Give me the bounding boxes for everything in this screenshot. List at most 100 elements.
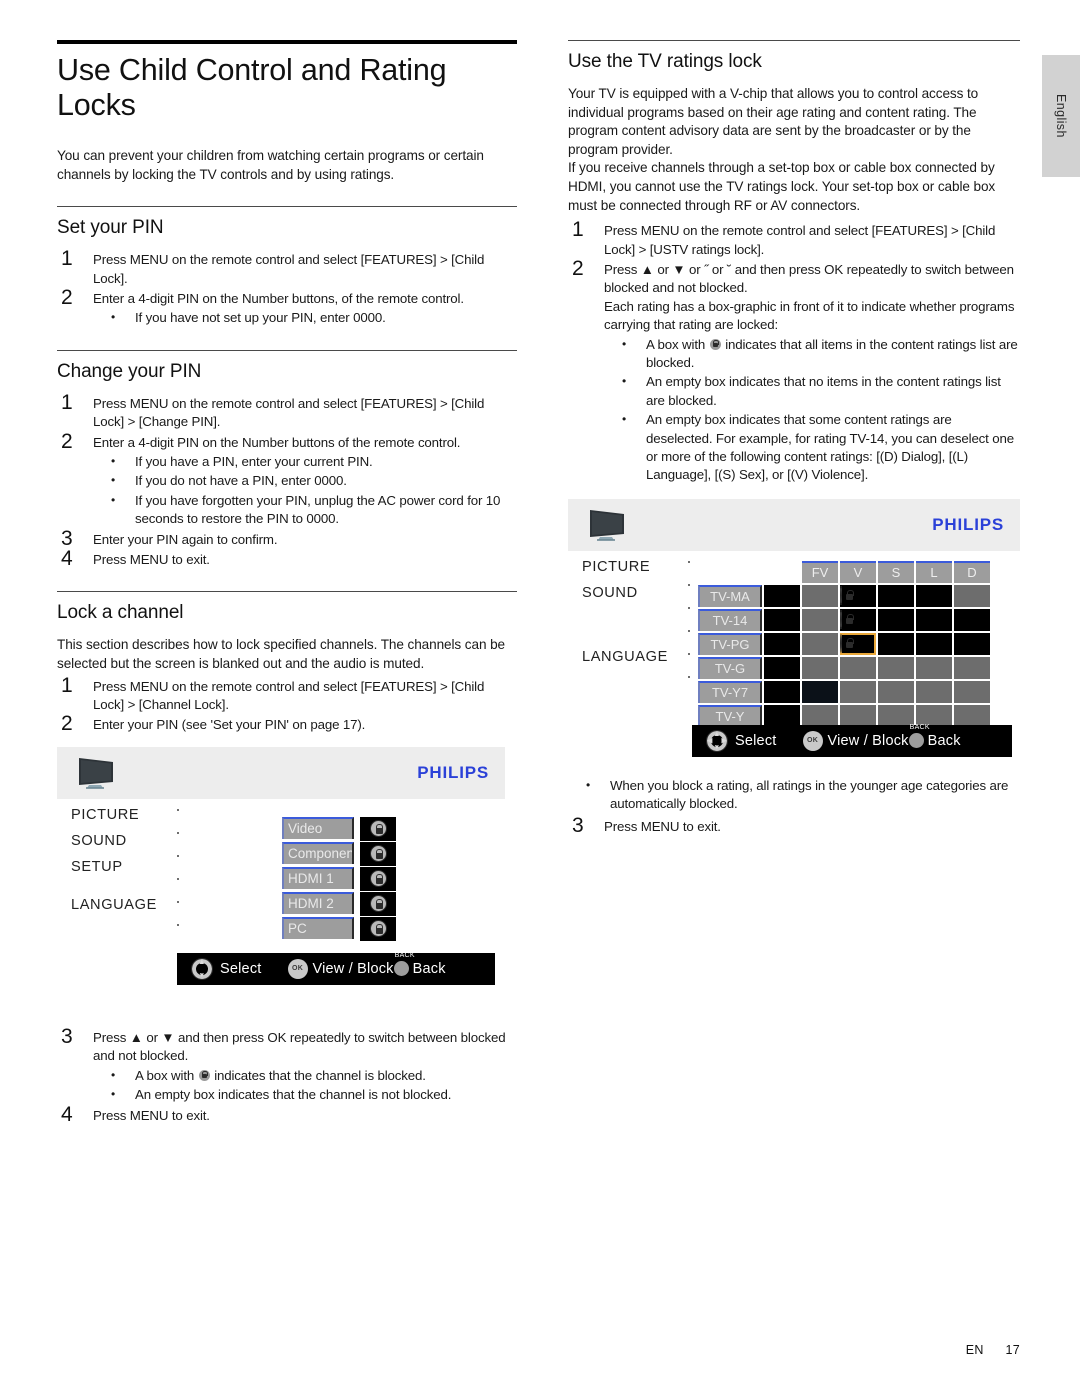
- dot: [688, 675, 690, 678]
- step-item: 3 Enter your PIN again to confirm.: [57, 527, 517, 549]
- table-row[interactable]: TV-PG: [698, 632, 990, 655]
- grid-cell[interactable]: [802, 632, 838, 655]
- grid-cell[interactable]: [840, 656, 876, 679]
- grid-cell[interactable]: [802, 608, 838, 631]
- grid-cell[interactable]: [802, 704, 838, 727]
- rating-label-tv-pg: TV-PG: [698, 632, 762, 655]
- osd-menu-item-picture[interactable]: PICTURE: [582, 559, 668, 575]
- grid-cell[interactable]: [764, 656, 800, 679]
- grid-cell[interactable]: [916, 608, 952, 631]
- rating-label-tv-g: TV-G: [698, 656, 762, 679]
- bullet-item: If you do not have a PIN, enter 0000.: [93, 471, 517, 490]
- step-text: Press MENU to exit.: [93, 1107, 210, 1123]
- grid-cell[interactable]: [878, 704, 914, 727]
- grid-cell-selected[interactable]: [840, 632, 876, 655]
- step-item: 1 Press MENU on the remote control and s…: [57, 391, 517, 432]
- section-lock-a-channel: Lock a channel This section describes ho…: [57, 591, 517, 735]
- osd-footer-back-label: Back: [412, 960, 446, 977]
- osd-footer-view-block-label: View / Block: [312, 960, 394, 977]
- grid-cell[interactable]: [802, 680, 838, 703]
- grid-cell[interactable]: [840, 680, 876, 703]
- section-set-your-pin: Set your PIN 1 Press MENU on the remote …: [57, 206, 517, 328]
- grid-cell[interactable]: [764, 584, 800, 607]
- source-row[interactable]: Componen: [282, 841, 396, 866]
- dpad-icon[interactable]: ▲ ▼: [191, 957, 213, 980]
- osd-menu-item-sound[interactable]: SOUND: [582, 585, 668, 601]
- grid-cell[interactable]: [954, 608, 990, 631]
- grid-cell[interactable]: [840, 704, 876, 727]
- source-row[interactable]: HDMI 2: [282, 891, 396, 916]
- heading-lock-a-channel: Lock a channel: [57, 602, 184, 624]
- back-button-icon[interactable]: BACK: [393, 952, 415, 977]
- heading-set-your-pin: Set your PIN: [57, 217, 164, 239]
- right-column: Use the TV ratings lock Your TV is equip…: [568, 40, 1020, 838]
- bullet-item: If you have forgotten your PIN, unplug t…: [93, 491, 517, 529]
- grid-col-header-l: L: [916, 560, 952, 583]
- grid-cell[interactable]: [878, 632, 914, 655]
- page-footer: EN 17: [966, 1343, 1020, 1357]
- osd-menu-item-sound[interactable]: SOUND: [71, 833, 157, 849]
- osd-menu-list: PICTURE SOUND SETUP LANGUAGE: [71, 807, 157, 923]
- table-row[interactable]: TV-MA: [698, 584, 990, 607]
- source-lock-box[interactable]: [360, 916, 396, 941]
- grid-cell[interactable]: [954, 584, 990, 607]
- heading-tv-ratings-lock: Use the TV ratings lock: [568, 51, 762, 72]
- tv-icon: [586, 508, 628, 542]
- source-row[interactable]: PC: [282, 916, 396, 941]
- step-text: Press MENU on the remote control and sel…: [93, 678, 485, 713]
- ok-button-icon[interactable]: OK: [287, 958, 308, 979]
- step-item: 3 Press MENU to exit.: [568, 814, 1020, 836]
- table-row[interactable]: TV-Y: [698, 704, 990, 727]
- table-row[interactable]: TV-G: [698, 656, 990, 679]
- rating-label-tv-y7: TV-Y7: [698, 680, 762, 703]
- grid-cell[interactable]: [764, 680, 800, 703]
- grid-cell[interactable]: [878, 584, 914, 607]
- grid-cell[interactable]: [916, 680, 952, 703]
- grid-cell[interactable]: [916, 584, 952, 607]
- grid-cell[interactable]: [954, 704, 990, 727]
- source-lock-box[interactable]: [360, 816, 396, 841]
- bullet-text-pre: A box with: [646, 336, 709, 352]
- ratings-paragraph-2: If you receive channels through a set-to…: [568, 160, 996, 213]
- grid-cell[interactable]: [878, 680, 914, 703]
- philips-logo: PHILIPS: [417, 762, 489, 782]
- ok-button-icon[interactable]: OK: [802, 730, 823, 751]
- grid-cell[interactable]: [916, 656, 952, 679]
- grid-cell-locked[interactable]: [840, 608, 876, 631]
- source-row[interactable]: Video: [282, 816, 396, 841]
- osd-menu-item-language[interactable]: LANGUAGE: [71, 897, 157, 913]
- source-lock-box[interactable]: [360, 866, 396, 891]
- source-label: HDMI 1: [282, 866, 354, 889]
- grid-cell[interactable]: [878, 608, 914, 631]
- dot: [688, 583, 690, 586]
- grid-cell-locked[interactable]: [840, 584, 876, 607]
- section-tv-ratings-lock: Use the TV ratings lock Your TV is equip…: [568, 40, 1020, 485]
- dpad-icon[interactable]: ▲ ▼ ◀ ▶: [706, 729, 728, 752]
- grid-cell[interactable]: [802, 584, 838, 607]
- grid-cell[interactable]: [954, 680, 990, 703]
- osd-menu-item-setup[interactable]: SETUP: [71, 859, 157, 875]
- lock-icon: [369, 870, 387, 888]
- grid-cell[interactable]: [916, 632, 952, 655]
- dpad-center: [197, 964, 207, 974]
- osd-menu-item-language[interactable]: LANGUAGE: [582, 649, 668, 665]
- source-label: PC: [282, 916, 354, 939]
- bullet-item: A box with indicates that all items in t…: [604, 335, 1020, 373]
- source-lock-box[interactable]: [360, 891, 396, 916]
- step-text: Press MENU on the remote control and sel…: [604, 223, 996, 257]
- table-row[interactable]: TV-14: [698, 608, 990, 631]
- grid-cell[interactable]: [764, 608, 800, 631]
- table-row[interactable]: TV-Y7: [698, 680, 990, 703]
- grid-cell[interactable]: [802, 656, 838, 679]
- grid-cell[interactable]: [764, 704, 800, 727]
- grid-cell[interactable]: [954, 632, 990, 655]
- source-row[interactable]: HDMI 1: [282, 866, 396, 891]
- back-button-icon[interactable]: BACK: [908, 724, 930, 749]
- source-lock-box[interactable]: [360, 841, 396, 866]
- grid-cell[interactable]: [764, 632, 800, 655]
- grid-cell[interactable]: [954, 656, 990, 679]
- bullet-item: When you block a rating, all ratings in …: [568, 776, 1020, 814]
- osd-menu-item-picture[interactable]: PICTURE: [71, 807, 157, 823]
- dot: [177, 900, 179, 903]
- grid-cell[interactable]: [878, 656, 914, 679]
